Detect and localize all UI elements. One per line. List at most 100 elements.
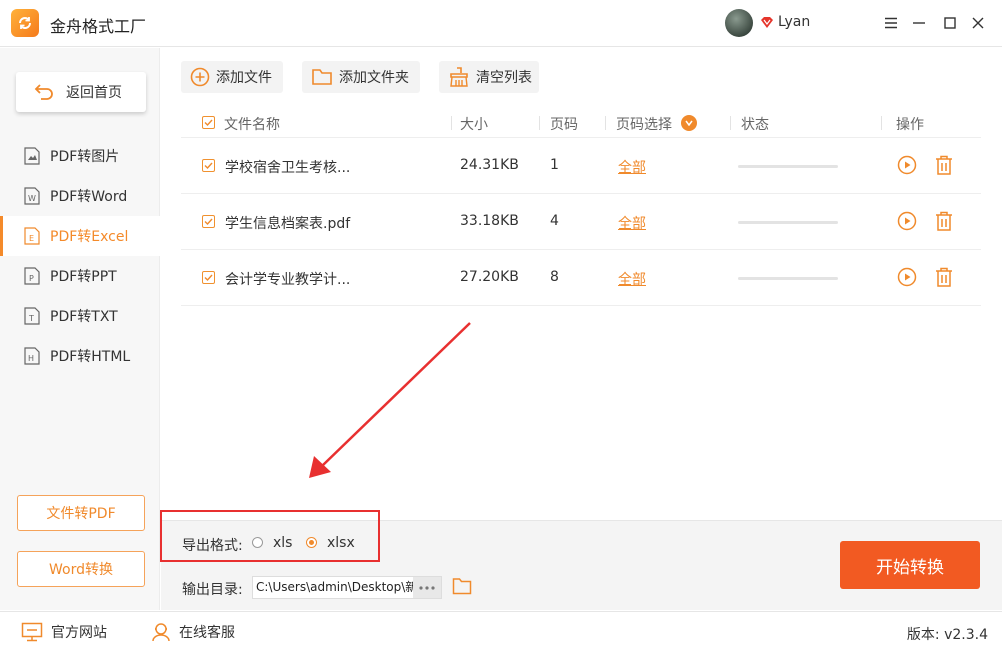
page-select-link[interactable]: 全部 (618, 213, 646, 233)
page-select-link[interactable]: 全部 (618, 157, 646, 177)
row-checkbox[interactable] (202, 271, 215, 284)
word-convert-button[interactable]: Word转换 (17, 551, 145, 587)
radio-xls[interactable] (252, 537, 263, 548)
sidebar-item-pdf-to-word[interactable]: W PDF转Word (0, 176, 160, 216)
row-checkbox[interactable] (202, 159, 215, 172)
support-label: 在线客服 (179, 625, 235, 641)
add-folder-label: 添加文件夹 (339, 70, 409, 86)
trash-icon[interactable] (935, 211, 953, 235)
sidebar-item-label: PDF转Excel (50, 229, 129, 245)
col-header-size: 大小 (460, 117, 488, 133)
start-convert-button[interactable]: 开始转换 (840, 541, 980, 589)
file-size: 24.31KB (460, 157, 519, 173)
sidebar-item-label: PDF转HTML (50, 349, 131, 365)
page-count: 4 (550, 213, 559, 229)
page-count: 8 (550, 269, 559, 285)
radio-xlsx-label[interactable]: xlsx (327, 535, 355, 551)
select-all-checkbox[interactable] (202, 116, 215, 129)
open-folder-icon[interactable] (452, 577, 472, 599)
image-file-icon (24, 147, 40, 165)
column-divider (881, 116, 882, 130)
col-header-pages: 页码 (550, 117, 578, 133)
file-name: 学生信息档案表.pdf (225, 216, 351, 232)
table-row[interactable]: 学校宿舍卫生考核... 24.31KB 1 全部 (181, 138, 981, 194)
menu-icon[interactable] (880, 12, 902, 34)
clear-list-button[interactable]: 清空列表 (439, 61, 539, 93)
column-divider (539, 116, 540, 130)
file-name: 会计学专业教学计... (225, 272, 351, 288)
table-row[interactable]: 会计学专业教学计... 27.20KB 8 全部 (181, 250, 981, 306)
sidebar-item-label: PDF转图片 (50, 149, 120, 165)
close-icon[interactable] (967, 12, 989, 34)
website-label: 官方网站 (51, 625, 107, 641)
home-label: 返回首页 (66, 85, 122, 101)
export-format-label: 导出格式: (182, 538, 243, 554)
column-divider (730, 116, 731, 130)
sidebar-item-pdf-to-image[interactable]: PDF转图片 (0, 136, 160, 176)
status-progress-bar (738, 221, 838, 224)
file-size: 27.20KB (460, 269, 519, 285)
page-count: 1 (550, 157, 559, 173)
official-website-link[interactable]: 官方网站 (21, 622, 107, 642)
col-header-page-select: 页码选择 (616, 117, 672, 133)
more-dots-icon[interactable] (413, 577, 441, 598)
table-row[interactable]: 学生信息档案表.pdf 33.18KB 4 全部 (181, 194, 981, 250)
page-select-link[interactable]: 全部 (618, 269, 646, 289)
sidebar-item-pdf-to-html[interactable]: H PDF转HTML (0, 336, 160, 376)
add-folder-button[interactable]: 添加文件夹 (302, 61, 420, 93)
col-header-name: 文件名称 (224, 117, 280, 133)
add-file-button[interactable]: 添加文件 (181, 61, 283, 93)
broom-icon (450, 67, 468, 87)
sidebar-item-label: PDF转TXT (50, 309, 118, 325)
excel-file-icon: E (24, 227, 40, 245)
word-file-icon: W (24, 187, 40, 205)
username[interactable]: Lyan (778, 14, 810, 30)
title-bar: 金舟格式工厂 Lyan (0, 0, 1002, 47)
file-table-header: 文件名称 大小 页码 页码选择 状态 操作 (181, 108, 981, 138)
clear-list-label: 清空列表 (476, 70, 532, 86)
version-text: 版本: v2.3.4 (906, 627, 988, 643)
sidebar-item-pdf-to-txt[interactable]: T PDF转TXT (0, 296, 160, 336)
file-name: 学校宿舍卫生考核... (225, 160, 351, 176)
avatar[interactable] (725, 9, 753, 37)
monitor-icon (21, 622, 43, 642)
sidebar: 返回首页 PDF转图片 W PDF转Word E PDF转Excel P PDF… (0, 48, 160, 610)
online-support-link[interactable]: 在线客服 (151, 622, 235, 642)
column-divider (451, 116, 452, 130)
vip-diamond-icon (761, 17, 773, 28)
row-checkbox[interactable] (202, 215, 215, 228)
back-arrow-icon (34, 84, 53, 100)
ppt-file-icon: P (24, 267, 40, 285)
col-header-action: 操作 (896, 117, 924, 133)
maximize-icon[interactable] (939, 12, 961, 34)
app-logo (11, 9, 39, 37)
svg-text:P: P (29, 274, 34, 283)
sidebar-item-pdf-to-excel[interactable]: E PDF转Excel (0, 216, 160, 256)
play-icon[interactable] (897, 211, 917, 235)
col-header-status: 状态 (741, 117, 769, 133)
add-file-label: 添加文件 (216, 70, 272, 86)
txt-file-icon: T (24, 307, 40, 325)
sidebar-item-pdf-to-ppt[interactable]: P PDF转PPT (0, 256, 160, 296)
support-person-icon (152, 623, 170, 642)
trash-icon[interactable] (935, 267, 953, 291)
file-size: 33.18KB (460, 213, 519, 229)
radio-xlsx[interactable] (306, 537, 317, 548)
minimize-icon[interactable] (908, 12, 930, 34)
sidebar-item-label: PDF转Word (50, 189, 128, 205)
column-divider (605, 116, 606, 130)
svg-text:H: H (28, 354, 34, 363)
svg-text:T: T (28, 314, 34, 323)
play-icon[interactable] (897, 267, 917, 291)
play-icon[interactable] (897, 155, 917, 179)
app-title: 金舟格式工厂 (50, 17, 147, 36)
sidebar-item-label: PDF转PPT (50, 269, 117, 285)
page-select-dropdown-icon[interactable] (681, 115, 697, 131)
trash-icon[interactable] (935, 155, 953, 179)
home-button[interactable]: 返回首页 (16, 72, 146, 112)
add-circle-icon (190, 67, 210, 87)
status-progress-bar (738, 277, 838, 280)
svg-text:E: E (29, 234, 34, 243)
file-to-pdf-button[interactable]: 文件转PDF (17, 495, 145, 531)
radio-xls-label[interactable]: xls (273, 535, 292, 551)
